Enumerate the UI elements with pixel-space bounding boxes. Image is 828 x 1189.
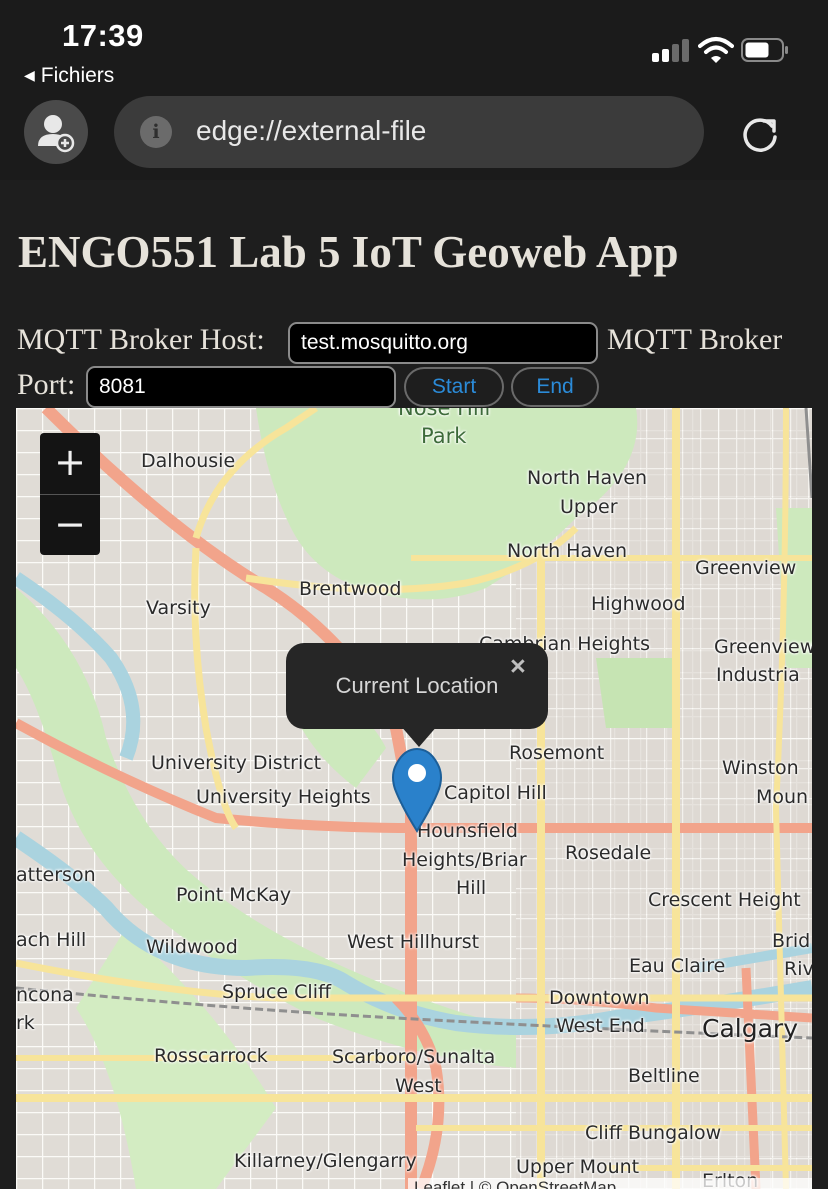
start-button[interactable]: Start xyxy=(404,367,504,407)
cellular-signal-icon xyxy=(652,38,692,62)
place-label: Scarboro/Sunalta xyxy=(332,1046,496,1068)
place-label: West Hillhurst xyxy=(347,931,480,953)
host-label: MQTT Broker Host: xyxy=(17,323,265,356)
zoom-in-button[interactable]: + xyxy=(40,433,100,493)
place-label: West End xyxy=(556,1015,645,1037)
place-label: Upper xyxy=(560,496,618,518)
place-label: Winston xyxy=(722,757,799,779)
page-title: ENGO551 Lab 5 IoT Geoweb App xyxy=(18,227,679,277)
profile-button[interactable] xyxy=(24,100,88,164)
location-marker-icon[interactable] xyxy=(391,747,443,833)
end-button[interactable]: End xyxy=(511,367,599,407)
place-label: Downtown xyxy=(549,987,650,1009)
place-label: University District xyxy=(151,752,322,774)
place-label: rk xyxy=(16,1012,35,1034)
zoom-control: + − xyxy=(40,433,100,555)
place-label: North Haven xyxy=(507,540,628,562)
place-label: West xyxy=(395,1075,442,1097)
place-label: Dalhousie xyxy=(141,450,236,472)
place-label: Capitol Hill xyxy=(444,782,547,804)
place-label: Spruce Cliff xyxy=(222,981,332,1003)
port-label-line1: MQTT Broker xyxy=(607,323,783,356)
place-label: Calgary xyxy=(702,1014,798,1043)
broker-host-input[interactable]: test.mosquitto.org xyxy=(288,322,598,364)
battery-icon xyxy=(741,38,788,62)
place-label: Hill xyxy=(456,877,487,899)
location-popup: Current Location × xyxy=(286,643,548,747)
back-app-label: Fichiers xyxy=(40,64,115,87)
place-label: Heights/Briar xyxy=(402,849,527,871)
browser-toolbar: i edge://external-file xyxy=(0,92,828,180)
profile-icon xyxy=(38,115,75,153)
url-text[interactable]: edge://external-file xyxy=(196,115,426,147)
place-label: Riv xyxy=(784,958,812,980)
place-label: Varsity xyxy=(146,597,211,619)
place-label: Brid xyxy=(772,930,811,952)
place-label: Eau Claire xyxy=(629,955,726,977)
popup-tip xyxy=(400,725,438,747)
place-label: Park xyxy=(421,424,467,448)
zoom-out-button[interactable]: − xyxy=(40,494,100,554)
place-label: Beltline xyxy=(628,1065,700,1087)
back-triangle-icon: ◀ xyxy=(24,67,35,83)
info-icon[interactable]: i xyxy=(140,116,172,148)
place-label: Greenview xyxy=(695,557,797,579)
place-label: ach Hill xyxy=(16,929,87,951)
place-label: Moun xyxy=(756,786,809,808)
place-label: Crescent Height xyxy=(648,889,801,911)
reload-icon[interactable] xyxy=(738,112,782,156)
place-label: University Heights xyxy=(196,786,371,808)
place-label: Wildwood xyxy=(146,936,238,958)
place-label: North Haven xyxy=(527,467,648,489)
place-label: Point McKay xyxy=(176,884,292,906)
map-attribution[interactable]: Leaflet | © OpenStreetMap xyxy=(408,1178,812,1189)
popup-close-button[interactable]: × xyxy=(510,651,526,682)
place-label: Brentwood xyxy=(299,578,402,600)
place-label: Cliff Bungalow xyxy=(585,1122,722,1144)
address-bar[interactable]: i edge://external-file xyxy=(114,96,704,168)
status-bar: 17:39 ◀ Fichiers xyxy=(0,0,828,92)
place-label: Rosscarrock xyxy=(154,1045,268,1067)
wifi-icon xyxy=(698,37,734,63)
status-clock: 17:39 xyxy=(62,18,144,53)
leaflet-map[interactable]: Nose Hill Park Dalhousie North Haven Upp… xyxy=(16,408,812,1189)
broker-port-input[interactable]: 8081 xyxy=(86,366,396,408)
back-to-app-link[interactable]: ◀ Fichiers xyxy=(24,64,114,88)
place-label: Industria xyxy=(716,664,800,686)
place-label: Rosemont xyxy=(509,742,605,764)
place-label: atterson xyxy=(16,864,96,886)
place-label: Nose Hill xyxy=(398,408,491,420)
place-label: Highwood xyxy=(591,593,686,615)
popup-text: Current Location xyxy=(335,673,499,698)
place-label: Rosedale xyxy=(565,842,652,864)
place-label: Killarney/Glengarry xyxy=(234,1150,417,1172)
port-label-line2: Port: xyxy=(17,368,76,401)
place-label: ncona xyxy=(16,984,74,1006)
place-label: Greenview xyxy=(714,636,812,658)
place-label: Upper Mount xyxy=(516,1156,640,1178)
